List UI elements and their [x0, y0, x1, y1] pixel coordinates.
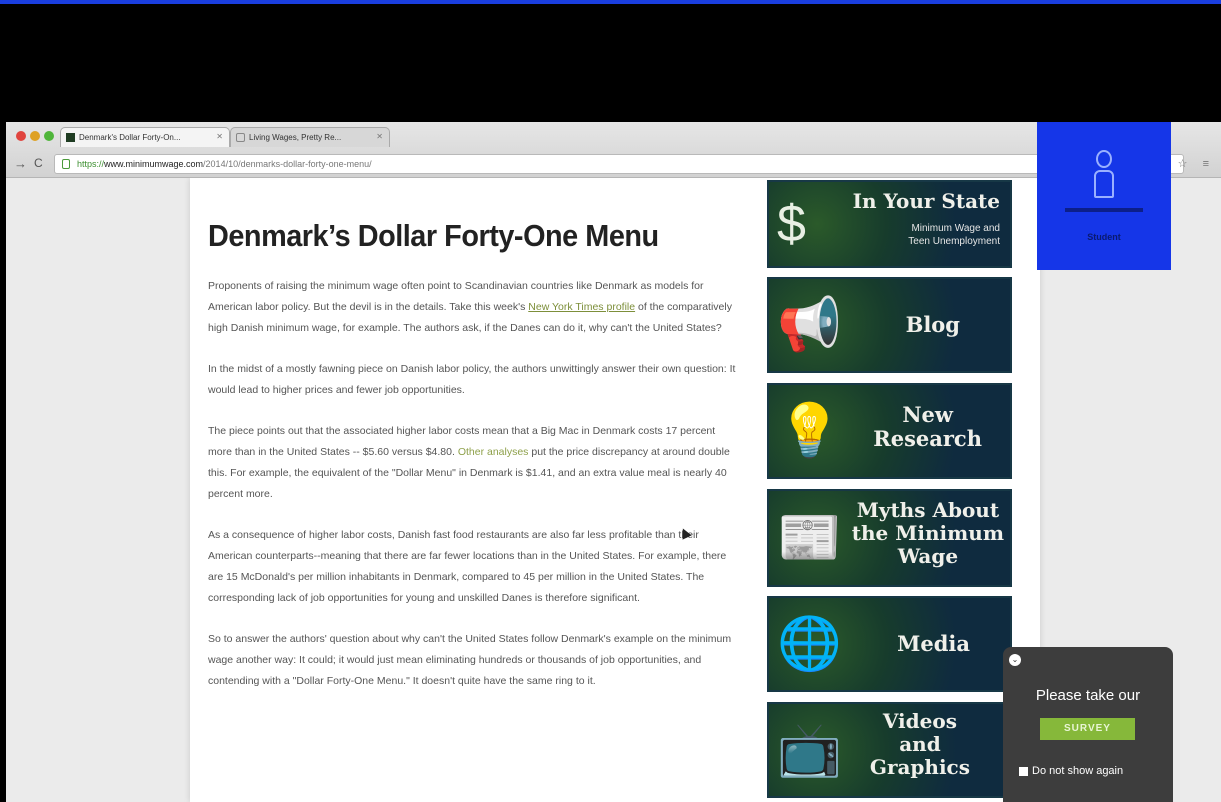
reload-icon[interactable]: C: [34, 156, 43, 170]
minimize-window-button[interactable]: [30, 131, 40, 141]
nyt-profile-link[interactable]: New York Times profile: [528, 301, 635, 313]
desk-icon: [1065, 208, 1143, 212]
back-arrow-icon[interactable]: →: [14, 156, 27, 171]
television-icon: 📺: [777, 721, 842, 779]
banner-title: Videos and Graphics: [869, 709, 970, 779]
url-scheme: https://: [77, 159, 105, 169]
address-bar[interactable]: https://www.minimumwage.com/2014/10/denm…: [54, 154, 1184, 174]
banner-subtitle: Minimum Wage and Teen Unemployment: [908, 223, 1000, 247]
other-analyses-link[interactable]: Other analyses: [458, 446, 529, 458]
videos-graphics-banner[interactable]: 📺 Videos and Graphics: [767, 702, 1012, 798]
in-your-state-banner[interactable]: $ In Your State Minimum Wage and Teen Une…: [767, 180, 1012, 268]
chevron-down-icon[interactable]: ⌄: [1009, 654, 1021, 666]
megaphone-icon: 📢: [777, 296, 842, 354]
media-banner[interactable]: 🌐 Media: [767, 596, 1012, 692]
browser-tab-active[interactable]: Denmark's Dollar Forty-On... ✕: [60, 127, 230, 147]
browser-tab[interactable]: Living Wages, Pretty Re... ✕: [230, 127, 390, 147]
banner-title: New Research: [873, 402, 982, 452]
article-title: Denmark’s Dollar Forty-One Menu: [208, 218, 659, 253]
tab-label: Living Wages, Pretty Re...: [249, 133, 342, 142]
article-paragraph: Proponents of raising the minimum wage o…: [208, 280, 732, 334]
survey-button[interactable]: SURVEY: [1040, 718, 1135, 740]
site-favicon-icon: [66, 133, 75, 142]
webcam-overlay: Student: [1037, 122, 1171, 270]
video-letterbox: [6, 4, 1221, 122]
globe-icon: 🌐: [777, 615, 842, 673]
lightbulb-icon: 💡: [777, 402, 842, 460]
blog-banner[interactable]: 📢 Blog: [767, 277, 1012, 373]
new-research-banner[interactable]: 💡 New Research: [767, 383, 1012, 479]
article: Denmark’s Dollar Forty-One Menu Proponen…: [208, 218, 738, 692]
banner-title: In Your State: [852, 189, 1000, 213]
survey-prompt: Please take our: [1035, 687, 1141, 704]
article-paragraph: The piece points out that the associated…: [208, 425, 730, 500]
newspaper-icon: 📰: [777, 509, 842, 567]
url-path: /2014/10/denmarks-dollar-forty-one-menu/: [203, 159, 372, 169]
close-tab-icon[interactable]: ✕: [376, 132, 383, 141]
url-domain: www.minimumwage.com: [104, 159, 204, 169]
close-tab-icon[interactable]: ✕: [216, 132, 223, 141]
overlay-label: Student: [1087, 232, 1121, 242]
dollar-sign-icon: $: [777, 195, 806, 253]
banner-title: Blog: [905, 312, 960, 337]
article-paragraph: So to answer the authors' question about…: [208, 633, 732, 687]
article-paragraph: As a consequence of higher labor costs, …: [208, 529, 727, 604]
browser-menu-icon[interactable]: ☆ ≡: [1178, 157, 1215, 170]
banner-title: Myths About the Minimum Wage: [851, 498, 1004, 568]
survey-popup: ⌄ Please take our SURVEY Do not show aga…: [1003, 647, 1173, 802]
person-icon: [1096, 150, 1112, 168]
page-content: Denmark’s Dollar Forty-One Menu Proponen…: [190, 178, 1040, 802]
do-not-show-checkbox[interactable]: [1019, 767, 1028, 776]
close-window-button[interactable]: [16, 131, 26, 141]
tab-label: Denmark's Dollar Forty-On...: [79, 133, 181, 142]
person-body-icon: [1094, 170, 1114, 198]
page-favicon-icon: [236, 133, 245, 142]
myths-banner[interactable]: 📰 Myths About the Minimum Wage: [767, 489, 1012, 587]
do-not-show-label: Do not show again: [1032, 765, 1124, 777]
banner-title: Media: [897, 631, 970, 656]
zoom-window-button[interactable]: [44, 131, 54, 141]
lock-icon: [62, 159, 70, 169]
article-paragraph: In the midst of a mostly fawning piece o…: [208, 363, 736, 396]
